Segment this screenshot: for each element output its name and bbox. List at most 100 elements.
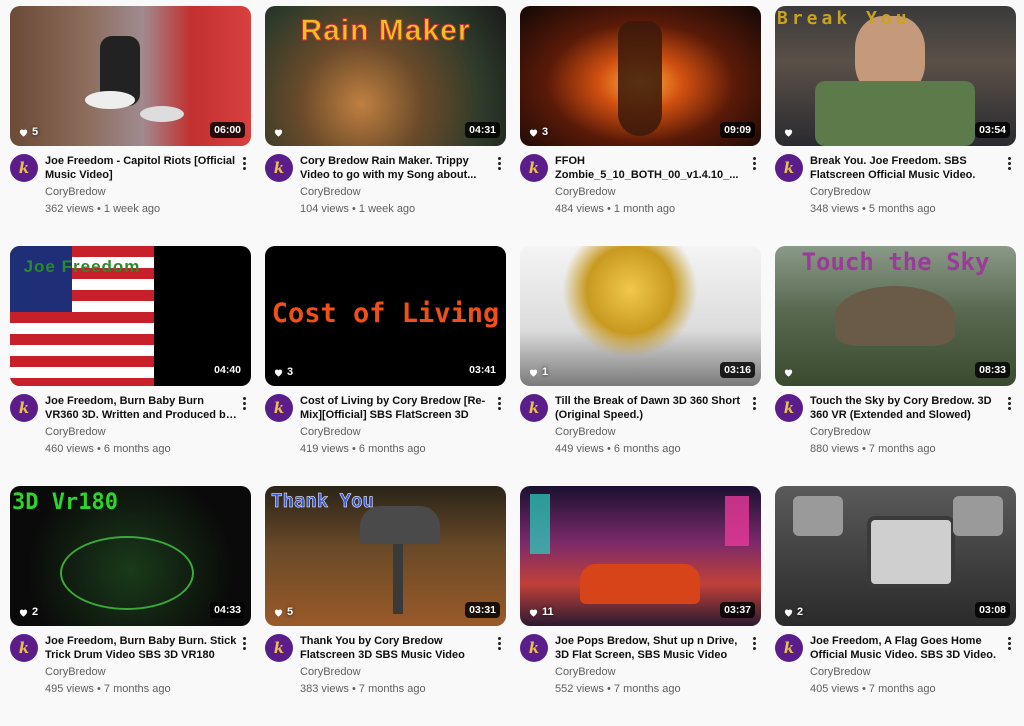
- duration-badge: 03:31: [465, 602, 500, 618]
- avatar-letter: k: [783, 159, 795, 177]
- more-vert-icon[interactable]: [747, 394, 761, 456]
- channel-name[interactable]: CoryBredow: [810, 185, 1002, 199]
- more-vert-icon[interactable]: [492, 394, 506, 456]
- more-vert-icon[interactable]: [747, 154, 761, 216]
- channel-avatar[interactable]: k: [10, 394, 38, 422]
- separator: •: [96, 443, 101, 455]
- channel-avatar[interactable]: k: [10, 634, 38, 662]
- video-title[interactable]: Cost of Living by Cory Bredow [Re-Mix][O…: [300, 394, 492, 422]
- view-count: 449 views: [555, 443, 604, 455]
- video-card[interactable]: Thank You 5 03:31 k Thank You by Cory Br…: [265, 486, 506, 726]
- more-vert-icon[interactable]: [1002, 154, 1016, 216]
- duration-badge: 03:37: [720, 602, 755, 618]
- video-stats: 405 views • 7 months ago: [810, 682, 1002, 696]
- channel-avatar[interactable]: k: [265, 634, 293, 662]
- video-card[interactable]: Break You 03:54 k Break You. Joe Freedom…: [775, 6, 1016, 246]
- duration-badge: 08:33: [975, 362, 1010, 378]
- video-thumbnail[interactable]: Rain Maker 04:31: [265, 6, 506, 146]
- video-stats: 552 views • 7 months ago: [555, 682, 747, 696]
- channel-name[interactable]: CoryBredow: [300, 425, 492, 439]
- avatar-letter: k: [273, 399, 285, 417]
- more-vert-icon[interactable]: [1002, 394, 1016, 456]
- duration-badge: 06:00: [210, 122, 245, 138]
- video-stats: 362 views • 1 week ago: [45, 202, 237, 216]
- more-vert-icon[interactable]: [492, 634, 506, 696]
- upload-age: 7 months ago: [868, 443, 936, 455]
- video-thumbnail[interactable]: 3D Vr180 2 04:33: [10, 486, 251, 626]
- channel-avatar[interactable]: k: [775, 394, 803, 422]
- channel-name[interactable]: CoryBredow: [300, 665, 492, 679]
- more-vert-icon[interactable]: [1002, 634, 1016, 696]
- channel-name[interactable]: CoryBredow: [555, 185, 747, 199]
- video-card[interactable]: Touch the Sky 08:33 k Touch the Sky by C…: [775, 246, 1016, 486]
- video-title[interactable]: Cory Bredow Rain Maker. Trippy Video to …: [300, 154, 492, 182]
- like-count: 1: [528, 366, 548, 378]
- more-vert-icon[interactable]: [492, 154, 506, 216]
- video-title[interactable]: Touch the Sky by Cory Bredow. 3D 360 VR …: [810, 394, 1002, 422]
- video-thumbnail[interactable]: Break You 03:54: [775, 6, 1016, 146]
- video-title[interactable]: Joe Freedom, Burn Baby Burn VR360 3D. Wr…: [45, 394, 237, 422]
- video-thumbnail[interactable]: 11 03:37: [520, 486, 761, 626]
- upload-age: 5 months ago: [868, 203, 936, 215]
- view-count: 405 views: [810, 683, 859, 695]
- video-title[interactable]: Break You. Joe Freedom. SBS Flatscreen O…: [810, 154, 1002, 182]
- video-title[interactable]: Till the Break of Dawn 3D 360 Short (Ori…: [555, 394, 747, 422]
- video-card[interactable]: Cost of Living 3 03:41 k Cost of Living …: [265, 246, 506, 486]
- like-number: 5: [287, 606, 294, 618]
- video-title[interactable]: Thank You by Cory Bredow Flatscreen 3D S…: [300, 634, 492, 662]
- channel-avatar[interactable]: k: [775, 634, 803, 662]
- duration-badge: 09:09: [720, 122, 755, 138]
- video-title[interactable]: Joe Pops Bredow, Shut up n Drive, 3D Fla…: [555, 634, 747, 662]
- avatar-letter: k: [273, 639, 285, 657]
- like-count: 2: [18, 606, 38, 618]
- channel-avatar[interactable]: k: [775, 154, 803, 182]
- channel-name[interactable]: CoryBredow: [555, 425, 747, 439]
- video-thumbnail[interactable]: Joe Freedom 04:40: [10, 246, 251, 386]
- video-card[interactable]: Joe Freedom 04:40 k Joe Freedom, Burn Ba…: [10, 246, 251, 486]
- video-card[interactable]: 5 06:00 k Joe Freedom - Capitol Riots [O…: [10, 6, 251, 246]
- video-title[interactable]: Joe Freedom - Capitol Riots [Official Mu…: [45, 154, 237, 182]
- upload-age: 7 months ago: [103, 683, 171, 695]
- like-number: 5: [32, 126, 39, 138]
- video-card[interactable]: 2 03:08 k Joe Freedom, A Flag Goes Home …: [775, 486, 1016, 726]
- video-card[interactable]: Rain Maker 04:31 k Cory Bredow Rain Make…: [265, 6, 506, 246]
- video-thumbnail[interactable]: Cost of Living 3 03:41: [265, 246, 506, 386]
- channel-name[interactable]: CoryBredow: [300, 185, 492, 199]
- separator: •: [606, 203, 611, 215]
- more-vert-icon[interactable]: [237, 394, 251, 456]
- video-thumbnail[interactable]: 1 03:16: [520, 246, 761, 386]
- heart-icon: [274, 129, 283, 137]
- channel-avatar[interactable]: k: [10, 154, 38, 182]
- channel-avatar[interactable]: k: [265, 394, 293, 422]
- channel-name[interactable]: CoryBredow: [810, 425, 1002, 439]
- video-card[interactable]: 1 03:16 k Till the Break of Dawn 3D 360 …: [520, 246, 761, 486]
- video-card[interactable]: 3D Vr180 2 04:33 k Joe Freedom, Burn Bab…: [10, 486, 251, 726]
- video-thumbnail[interactable]: 2 03:08: [775, 486, 1016, 626]
- more-vert-icon[interactable]: [237, 154, 251, 216]
- video-card[interactable]: 3 09:09 k FFOH Zombie_5_10_BOTH_00_v1.4.…: [520, 6, 761, 246]
- like-count: 11: [528, 606, 554, 618]
- video-card[interactable]: 11 03:37 k Joe Pops Bredow, Shut up n Dr…: [520, 486, 761, 726]
- channel-name[interactable]: CoryBredow: [45, 425, 237, 439]
- video-title[interactable]: FFOH Zombie_5_10_BOTH_00_v1.4.10_...: [555, 154, 747, 182]
- channel-avatar[interactable]: k: [520, 394, 548, 422]
- more-vert-icon[interactable]: [747, 634, 761, 696]
- video-stats: 383 views • 7 months ago: [300, 682, 492, 696]
- more-vert-icon[interactable]: [237, 634, 251, 696]
- channel-name[interactable]: CoryBredow: [45, 665, 237, 679]
- channel-avatar[interactable]: k: [520, 634, 548, 662]
- like-count: 2: [783, 606, 803, 618]
- video-thumbnail[interactable]: Thank You 5 03:31: [265, 486, 506, 626]
- channel-name[interactable]: CoryBredow: [810, 665, 1002, 679]
- heart-icon: [529, 609, 538, 617]
- channel-name[interactable]: CoryBredow: [555, 665, 747, 679]
- channel-avatar[interactable]: k: [520, 154, 548, 182]
- video-thumbnail[interactable]: 3 09:09: [520, 6, 761, 146]
- video-title[interactable]: Joe Freedom, Burn Baby Burn. Stick Trick…: [45, 634, 237, 662]
- channel-avatar[interactable]: k: [265, 154, 293, 182]
- channel-name[interactable]: CoryBredow: [45, 185, 237, 199]
- video-thumbnail[interactable]: 5 06:00: [10, 6, 251, 146]
- avatar-letter: k: [528, 639, 540, 657]
- video-title[interactable]: Joe Freedom, A Flag Goes Home Official M…: [810, 634, 1002, 662]
- video-thumbnail[interactable]: Touch the Sky 08:33: [775, 246, 1016, 386]
